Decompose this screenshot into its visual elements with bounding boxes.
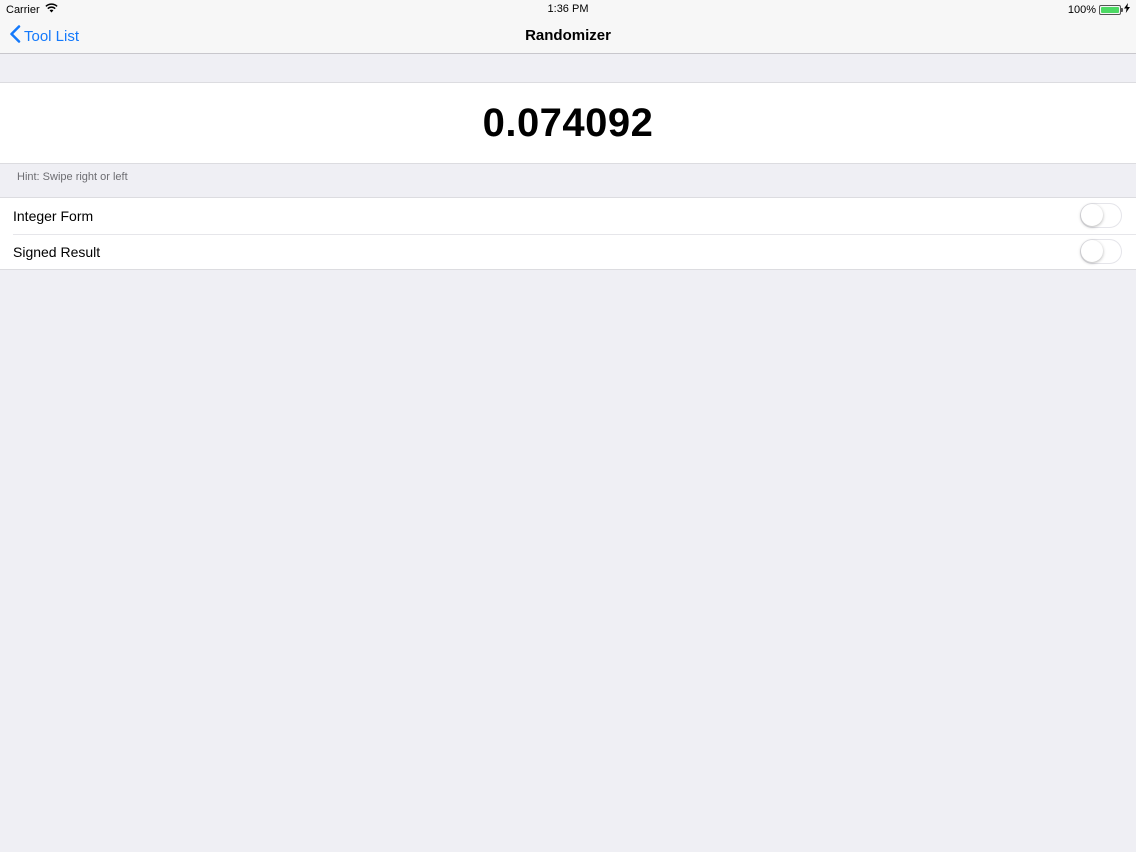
integer-form-toggle[interactable] xyxy=(1080,203,1122,228)
battery-fill xyxy=(1101,6,1119,13)
page-title: Randomizer xyxy=(525,27,611,44)
status-bar: Carrier 1:36 PM 100% xyxy=(0,0,1136,18)
swipe-hint: Hint: Swipe right or left xyxy=(17,171,128,183)
navigation-bar: Tool List Randomizer xyxy=(0,18,1136,54)
battery-percent: 100% xyxy=(1067,3,1096,16)
battery-cap xyxy=(1121,7,1123,12)
signed-result-toggle[interactable] xyxy=(1080,239,1122,264)
toggle-knob xyxy=(1081,204,1103,226)
setting-row-integer-form: Integer Form xyxy=(0,198,1136,234)
setting-row-signed-result: Signed Result xyxy=(0,234,1136,270)
random-result-value: 0.074092 xyxy=(482,100,654,145)
settings-group: Integer Form Signed Result xyxy=(0,197,1136,270)
status-time: 1:36 PM xyxy=(547,3,589,15)
integer-form-label: Integer Form xyxy=(13,208,94,224)
result-cell[interactable]: 0.074092 xyxy=(0,82,1136,164)
signed-result-label: Signed Result xyxy=(13,244,101,260)
status-right: 100% xyxy=(1068,3,1130,16)
charging-bolt-icon xyxy=(1124,3,1130,16)
battery-icon xyxy=(1099,4,1123,15)
toggle-knob xyxy=(1081,240,1103,262)
